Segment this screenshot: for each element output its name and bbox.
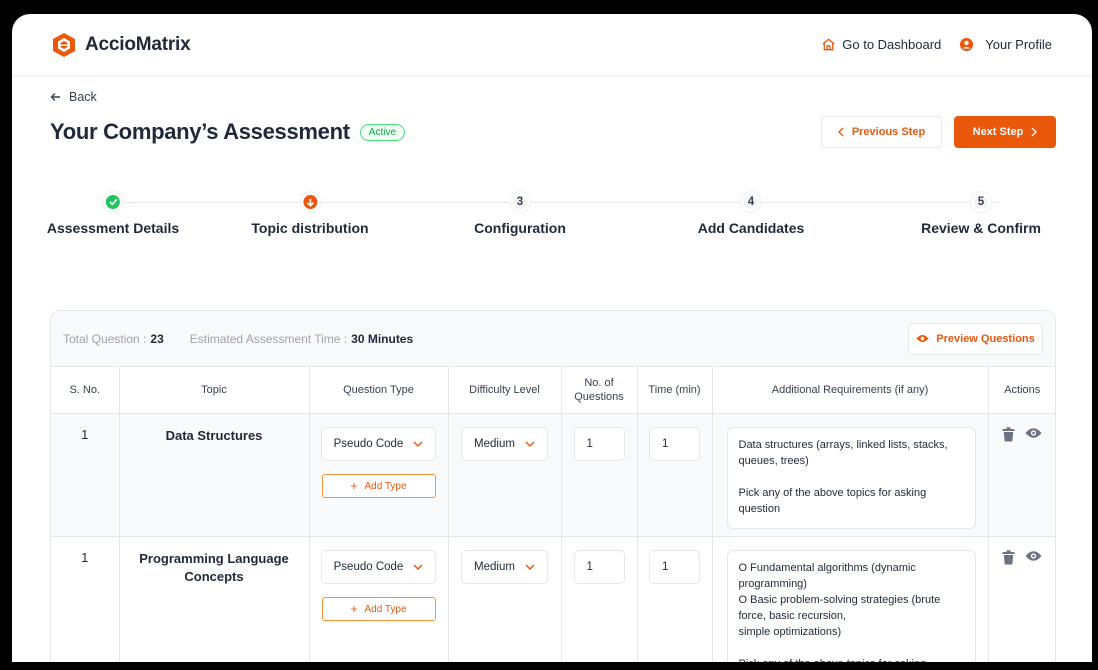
next-step-label: Next Step [972, 126, 1024, 138]
step-label: Add Candidates [697, 220, 805, 236]
serial-number: 1 [81, 427, 89, 442]
step-topic-distribution[interactable]: Topic distribution [251, 192, 369, 236]
add-type-label: Add Type [364, 480, 407, 492]
question-type-select[interactable]: Pseudo Code [320, 550, 437, 584]
column-header: No. of Questions [561, 366, 638, 414]
topic-distribution-card: Total Question :23 Estimated Assessment … [50, 310, 1056, 662]
dashboard-label: Go to Dashboard [842, 37, 942, 52]
step-review-confirm[interactable]: 5 Review & Confirm [921, 192, 1041, 236]
column-header: S. No. [51, 366, 120, 414]
requirements-textarea[interactable]: Data structures (arrays, linked lists, s… [726, 427, 976, 529]
top-navbar: AccioMatrix Go to Dashboard Your Profile [12, 14, 1092, 76]
step-number: 3 [509, 192, 530, 212]
arrow-down-icon [299, 192, 320, 212]
question-count-input[interactable]: 1 [573, 550, 625, 584]
question-type-value: Pseudo Code [333, 561, 404, 573]
step-label: Configuration [474, 220, 566, 236]
view-row-button[interactable] [1025, 550, 1042, 568]
preview-questions-label: Preview Questions [936, 332, 1035, 345]
back-link[interactable]: Back [50, 90, 120, 104]
step-configuration[interactable]: 3 Configuration [474, 192, 566, 236]
logo-mark-icon [53, 32, 75, 57]
your-profile-link[interactable]: Your Profile [959, 37, 1052, 52]
column-header: Actions [988, 366, 1055, 414]
back-label: Back [69, 90, 97, 104]
step-label: Assessment Details [46, 220, 180, 236]
trash-icon [1002, 550, 1015, 565]
page-title: Your Company’s Assessment [50, 119, 350, 144]
topics-table: S. No. Topic Question Type Difficulty Le… [51, 366, 1055, 662]
delete-row-button[interactable] [1002, 550, 1015, 568]
topic-name: Programming Language Concepts [139, 551, 289, 584]
difficulty-value: Medium [474, 561, 515, 573]
estimated-time-value: 30 Minutes [351, 331, 414, 346]
serial-number: 1 [81, 550, 89, 565]
arrow-left-icon [50, 93, 60, 101]
chevron-down-icon [413, 441, 423, 447]
chevron-down-icon [525, 441, 535, 447]
table-header-row: S. No. Topic Question Type Difficulty Le… [51, 366, 1055, 414]
step-label: Review & Confirm [921, 220, 1041, 236]
time-input[interactable]: 1 [649, 427, 700, 461]
add-type-label: Add Type [364, 603, 407, 615]
user-circle-icon [960, 37, 974, 52]
difficulty-select[interactable]: Medium [461, 550, 548, 584]
check-icon [102, 192, 123, 212]
brand-logo[interactable]: AccioMatrix [52, 32, 191, 58]
requirements-textarea[interactable]: O Fundamental algorithms (dynamic progra… [726, 550, 976, 662]
status-badge: Active [359, 123, 406, 141]
difficulty-value: Medium [474, 438, 515, 450]
topic-name: Data Structures [165, 428, 263, 443]
add-type-button[interactable]: + Add Type [321, 597, 436, 621]
table-row: 1 Data Structures Pseudo Code + Add Type [51, 413, 1055, 537]
profile-label: Your Profile [985, 37, 1052, 52]
view-row-button[interactable] [1025, 427, 1042, 445]
brand-name: AccioMatrix [85, 33, 191, 55]
step-add-candidates[interactable]: 4 Add Candidates [697, 192, 805, 236]
chevron-left-icon [837, 127, 844, 137]
step-label: Topic distribution [251, 220, 369, 236]
assessment-summary: Total Question :23 Estimated Assessment … [63, 332, 413, 346]
estimated-time-label: Estimated Assessment Time : [189, 331, 348, 346]
chevron-right-icon [1031, 127, 1038, 137]
next-step-button[interactable]: Next Step [954, 116, 1056, 148]
add-type-button[interactable]: + Add Type [321, 474, 436, 498]
previous-step-button[interactable]: Previous Step [821, 116, 942, 148]
total-question-value: 23 [150, 331, 164, 346]
step-number: 4 [740, 192, 761, 212]
question-type-select[interactable]: Pseudo Code [320, 427, 437, 461]
column-header: Difficulty Level [448, 366, 562, 414]
eye-icon [916, 335, 929, 342]
app-window: AccioMatrix Go to Dashboard Your Profile [12, 14, 1092, 662]
step-assessment-details[interactable]: Assessment Details [47, 192, 179, 236]
eye-icon [1025, 551, 1042, 561]
preview-questions-button[interactable]: Preview Questions [908, 322, 1043, 355]
column-header: Topic [119, 366, 310, 414]
step-number: 5 [971, 192, 991, 212]
column-header: Additional Requirements (if any) [712, 366, 989, 414]
eye-icon [1025, 428, 1042, 438]
question-type-value: Pseudo Code [333, 438, 404, 450]
chevron-down-icon [525, 564, 535, 570]
trash-icon [1002, 427, 1015, 442]
chevron-down-icon [413, 564, 423, 570]
total-question-label: Total Question : [63, 331, 147, 346]
question-count-input[interactable]: 1 [573, 427, 625, 461]
difficulty-select[interactable]: Medium [461, 427, 548, 461]
plus-icon: + [350, 602, 358, 616]
column-header: Time (min) [637, 366, 713, 414]
plus-icon: + [350, 479, 358, 493]
previous-step-label: Previous Step [851, 126, 926, 138]
delete-row-button[interactable] [1002, 427, 1015, 445]
go-to-dashboard-link[interactable]: Go to Dashboard [821, 37, 941, 52]
progress-stepper: Assessment Details Topic distribution 3 … [47, 192, 1056, 252]
time-input[interactable]: 1 [649, 550, 700, 584]
home-icon [822, 38, 835, 51]
table-row: 1 Programming Language Concepts Pseudo C… [51, 536, 1055, 662]
column-header: Question Type [309, 366, 449, 414]
